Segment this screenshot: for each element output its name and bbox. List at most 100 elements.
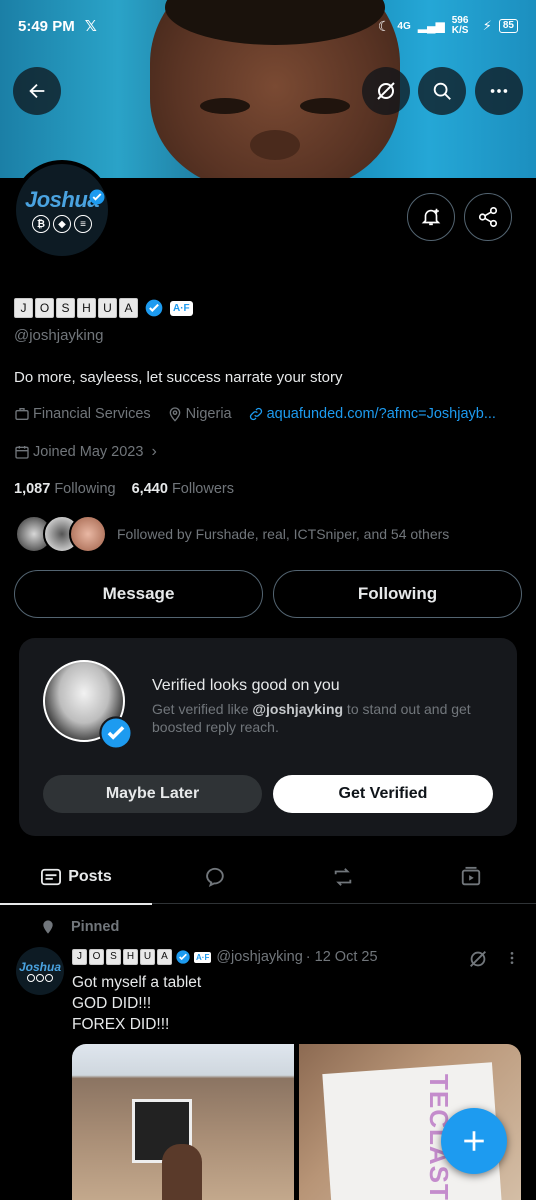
notifications-button[interactable] bbox=[407, 193, 455, 241]
more-icon bbox=[490, 89, 508, 93]
joined-row[interactable]: Joined May 2023 › bbox=[14, 443, 157, 461]
post-avatar-coins bbox=[27, 974, 53, 982]
search-button[interactable] bbox=[418, 67, 466, 115]
profile-bio: Do more, sayleess, let success narrate y… bbox=[14, 369, 343, 386]
promo-title: Verified looks good on you bbox=[152, 677, 340, 694]
name-letter: J bbox=[14, 298, 33, 318]
reply-icon bbox=[206, 867, 224, 888]
profile-tabs: Posts bbox=[0, 850, 536, 905]
name-letter: O bbox=[35, 298, 54, 318]
location-icon bbox=[169, 407, 181, 422]
back-arrow-icon bbox=[29, 83, 45, 99]
profile-category[interactable]: Financial Services bbox=[33, 406, 151, 422]
solana-icon bbox=[45, 974, 53, 982]
banner-eye-right bbox=[300, 98, 350, 114]
share-button[interactable] bbox=[464, 193, 512, 241]
post-text-line: GOD DID!!! bbox=[72, 995, 152, 1012]
verify-promo-card: Verified looks good on you Get verified … bbox=[19, 638, 517, 836]
tab-replies[interactable] bbox=[170, 850, 260, 904]
promo-body-prefix: Get verified like bbox=[152, 701, 253, 717]
image-person bbox=[162, 1144, 202, 1200]
grok-button[interactable] bbox=[362, 67, 410, 115]
pin-icon bbox=[43, 920, 53, 934]
name-letter: H bbox=[123, 949, 138, 965]
promo-body: Get verified like @joshjayking to stand … bbox=[152, 700, 502, 736]
profile-avatar[interactable]: Joshua ₿ ◆ ≡ bbox=[12, 160, 112, 260]
more-button[interactable] bbox=[475, 67, 523, 115]
following-label: Following bbox=[54, 481, 116, 497]
tab-posts-label: Posts bbox=[68, 868, 112, 885]
ethereum-icon bbox=[36, 974, 44, 982]
solana-icon: ≡ bbox=[74, 215, 92, 233]
chevron-right-icon: › bbox=[151, 443, 157, 460]
link-icon bbox=[249, 407, 262, 421]
media-icon bbox=[461, 866, 481, 886]
grok-icon bbox=[377, 82, 395, 100]
post-author-name[interactable]: J O S H U A bbox=[72, 949, 172, 965]
name-letter: J bbox=[72, 949, 87, 965]
post-text-line: Got myself a tablet bbox=[72, 974, 202, 991]
share-icon bbox=[478, 207, 498, 227]
avatar-coins: ₿ ◆ ≡ bbox=[32, 215, 92, 233]
charging-icon: ⚡ bbox=[482, 18, 492, 33]
followers-label: Followers bbox=[171, 481, 234, 497]
signal-icon: ▂▄▆ bbox=[417, 19, 445, 33]
pinned-row: Pinned bbox=[40, 918, 119, 936]
tab-indicator bbox=[0, 903, 152, 905]
post-text-line: FOREX DID!!! bbox=[72, 1016, 170, 1033]
follower-avatars[interactable] bbox=[15, 515, 107, 555]
grok-icon[interactable] bbox=[467, 948, 489, 970]
avatar bbox=[69, 515, 107, 553]
promo-body-handle: @joshjayking bbox=[252, 701, 344, 717]
name-letter: A bbox=[157, 949, 172, 965]
name-letter: U bbox=[98, 298, 117, 318]
search-icon bbox=[433, 82, 451, 100]
repost-icon bbox=[334, 868, 352, 886]
banner-nose bbox=[250, 130, 300, 160]
post-handle[interactable]: @joshjayking bbox=[216, 949, 302, 965]
tab-media[interactable] bbox=[426, 850, 516, 904]
bitcoin-icon bbox=[27, 974, 35, 982]
profile-location: Nigeria bbox=[185, 406, 232, 422]
affiliate-badge[interactable]: A·F bbox=[170, 300, 193, 316]
post-header: J O S H U A A·F @joshjayking · 12 Oct 25 bbox=[72, 949, 378, 965]
post-image-1[interactable] bbox=[72, 1044, 294, 1200]
following-button[interactable]: Following bbox=[273, 570, 522, 618]
profile-meta-row: Financial Services Nigeria aquafunded.co… bbox=[14, 406, 496, 422]
posts-icon bbox=[41, 868, 62, 886]
affiliate-badge: A·F bbox=[194, 951, 212, 963]
tab-posts[interactable]: Posts bbox=[0, 850, 152, 905]
profile-website-link[interactable]: aquafunded.com/?afmc=Joshjayb... bbox=[267, 406, 496, 422]
name-letter: O bbox=[89, 949, 104, 965]
follow-counts: 1,087 Following 6,440 Followers bbox=[14, 481, 234, 497]
verified-badge-icon bbox=[176, 950, 190, 964]
name-letter: U bbox=[140, 949, 155, 965]
verified-badge-icon[interactable] bbox=[144, 298, 164, 318]
name-letter: H bbox=[77, 298, 96, 318]
name-letter: S bbox=[56, 298, 75, 318]
back-button[interactable] bbox=[13, 67, 61, 115]
followed-by-text[interactable]: Followed by Furshade, real, ICTSniper, a… bbox=[117, 526, 449, 542]
post-more-icon[interactable] bbox=[504, 948, 520, 968]
status-time: 5:49 PM bbox=[18, 17, 75, 35]
following-link[interactable]: 1,087 Following bbox=[14, 481, 116, 497]
display-name: J O S H U A bbox=[14, 298, 138, 318]
message-button[interactable]: Message bbox=[14, 570, 263, 618]
tab-reposts[interactable] bbox=[298, 850, 388, 904]
maybe-later-button[interactable]: Maybe Later bbox=[43, 775, 262, 813]
get-verified-button[interactable]: Get Verified bbox=[273, 775, 493, 813]
ethereum-icon: ◆ bbox=[53, 215, 71, 233]
post-text: Got myself a tablet GOD DID!!! FOREX DID… bbox=[72, 972, 201, 1035]
avatar-verified-icon bbox=[89, 189, 105, 205]
post-avatar[interactable]: Joshua bbox=[16, 947, 64, 995]
compose-button[interactable] bbox=[441, 1108, 507, 1174]
pinned-label: Pinned bbox=[71, 919, 120, 935]
speed-label: 596 K/S bbox=[451, 15, 469, 36]
followers-count: 6,440 bbox=[131, 481, 168, 497]
x-logo-icon: 𝕏 bbox=[84, 18, 97, 35]
followers-link[interactable]: 6,440 Followers bbox=[132, 481, 234, 497]
network-label: 4G bbox=[397, 20, 411, 32]
promo-verified-icon bbox=[99, 716, 133, 750]
name-letter: S bbox=[106, 949, 121, 965]
post-date[interactable]: · 12 Oct 25 bbox=[306, 949, 378, 965]
